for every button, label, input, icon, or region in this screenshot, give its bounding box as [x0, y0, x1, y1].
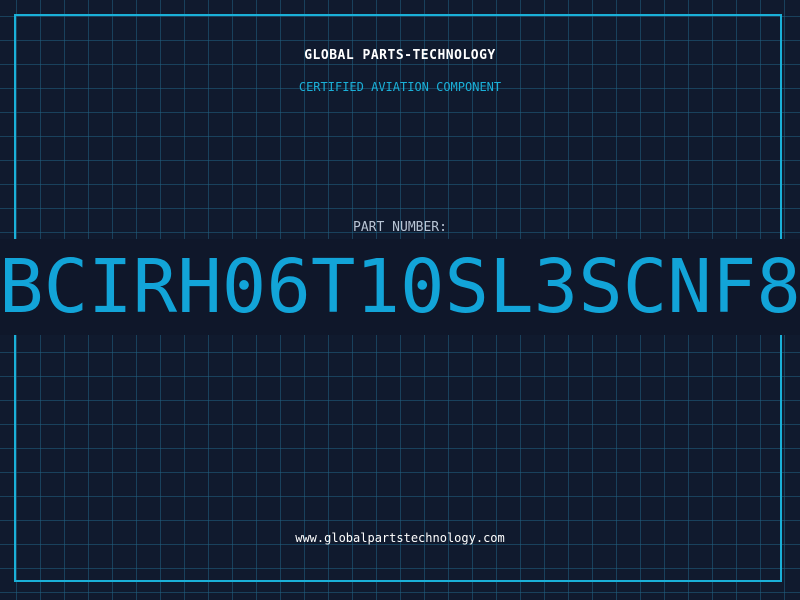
certification-subtitle: CERTIFIED AVIATION COMPONENT [298, 80, 502, 94]
website-url: www.globalpartstechnology.com [295, 531, 505, 545]
part-number-value: BCIRH06T10SL3SCNF8 [0, 244, 800, 330]
part-number-label: PART NUMBER: [353, 220, 447, 235]
label-canvas: GLOBAL PARTS-TECHNOLOGY CERTIFIED AVIATI… [0, 0, 800, 600]
brand-title: GLOBAL PARTS-TECHNOLOGY [304, 48, 496, 63]
part-number-container: BCIRH06T10SL3SCNF8 [0, 239, 800, 335]
